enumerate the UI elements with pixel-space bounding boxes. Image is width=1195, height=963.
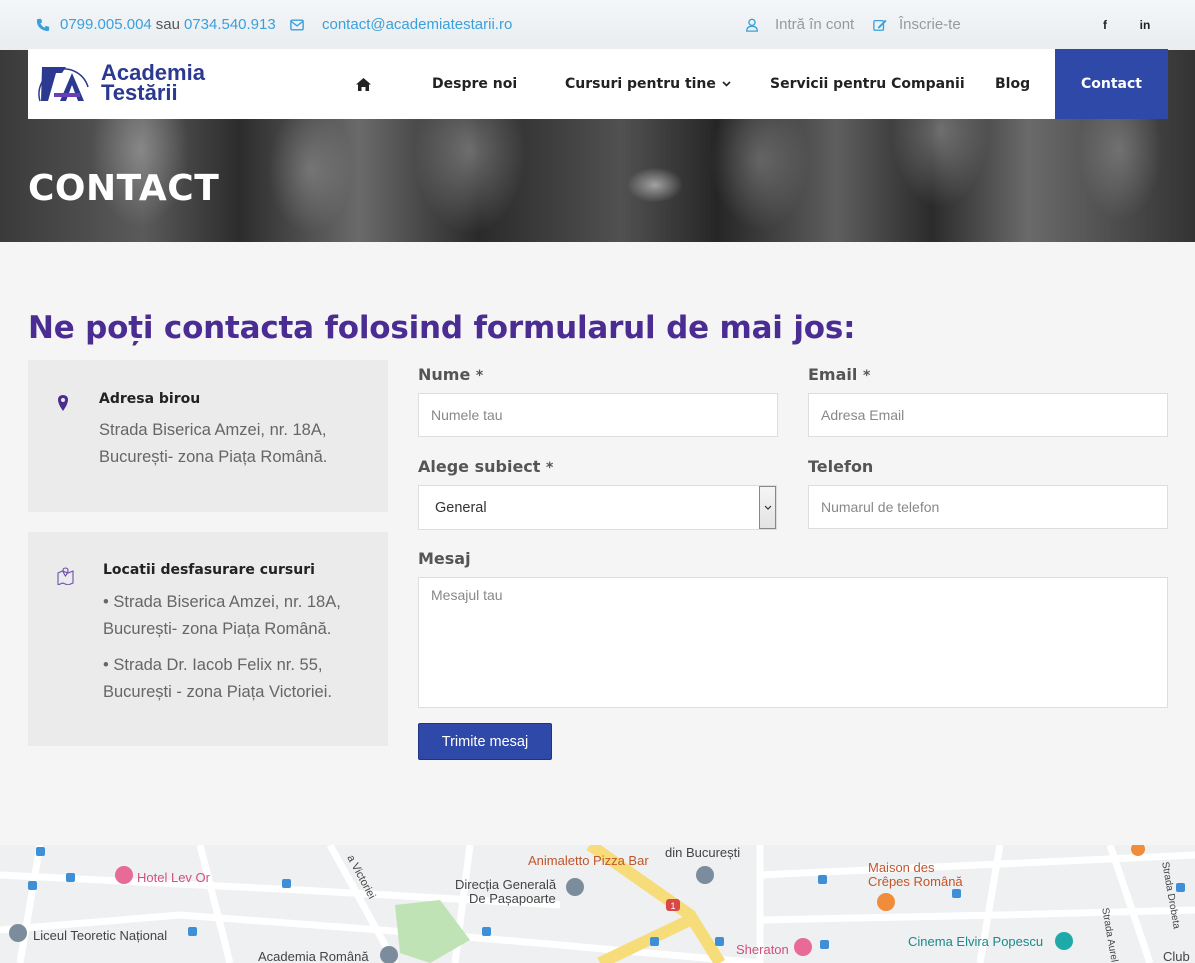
location-2: • Strada Dr. Iacob Felix nr. 55, Bucureș…: [103, 652, 332, 706]
login-label: Intră în cont: [775, 16, 855, 33]
logo-mark-icon: [38, 67, 89, 102]
main-navbar: Academia Testării Despre noi Cursuri pen…: [28, 49, 1168, 119]
map-label: Club: [1163, 949, 1190, 963]
linkedin-icon[interactable]: in: [1132, 12, 1158, 38]
location-1: • Strada Biserica Amzei, nr. 18A, Bucure…: [103, 589, 341, 643]
map-label: Hotel Lev Or: [137, 870, 210, 885]
required-mark: *: [546, 460, 554, 476]
location-map[interactable]: 1 Hotel Lev Or Animaletto Pizza Bar din …: [0, 845, 1195, 963]
nav-home[interactable]: [355, 49, 372, 119]
register-label: Înscrie-te: [899, 16, 961, 33]
office-address: Strada Biserica Amzei, nr. 18A, Bucureșt…: [99, 417, 327, 471]
map-label: Direcția Generală: [455, 877, 557, 892]
phone-separator: sau: [155, 16, 180, 33]
home-icon: [356, 77, 371, 91]
subject-label: Alege subiect *: [418, 457, 553, 476]
message-label: Mesaj: [418, 549, 471, 568]
phone-label: Telefon: [808, 457, 874, 476]
required-mark: *: [862, 368, 871, 384]
page-title: CONTACT: [28, 168, 220, 209]
route-badge: 1: [670, 901, 675, 911]
office-title: Adresa birou: [99, 391, 201, 407]
login-link[interactable]: Intră în cont: [745, 16, 854, 33]
course-locations-card: Locatii desfasurare cursuri • Strada Bis…: [28, 532, 388, 746]
map-label: Sheraton: [736, 942, 789, 957]
office-address-card: Adresa birou Strada Biserica Amzei, nr. …: [28, 360, 388, 512]
section-heading: Ne poți contacta folosind formularul de …: [28, 310, 856, 346]
subject-select[interactable]: General: [418, 485, 777, 530]
email-label-text: Email: [808, 365, 858, 384]
map-marker-icon: [58, 395, 68, 411]
edit-icon: [873, 19, 887, 31]
nav-contact[interactable]: Contact: [1055, 49, 1168, 119]
select-arrow[interactable]: [759, 486, 776, 529]
location-2-line-1: • Strada Dr. Iacob Felix nr. 55,: [103, 656, 323, 674]
map-label: De Pașapoarte: [469, 891, 556, 906]
location-2-line-2: București - zona Piața Victoriei.: [103, 683, 332, 701]
nav-courses-label: Cursuri pentru tine: [565, 76, 716, 92]
nav-about[interactable]: Despre noi: [432, 49, 517, 119]
email-contact: contact@academiatestarii.ro: [290, 16, 512, 33]
chevron-down-icon: [722, 81, 731, 87]
top-bar: 0799.005.004 sau 0734.540.913 contact@ac…: [0, 0, 1195, 50]
subject-select-value: General: [435, 499, 487, 516]
name-label-text: Nume: [418, 365, 471, 384]
name-label: Nume *: [418, 365, 483, 384]
required-mark: *: [475, 368, 484, 384]
email-link[interactable]: contact@academiatestarii.ro: [322, 16, 512, 33]
map-label: Academia Română: [258, 949, 369, 963]
logo-text: Academia Testării: [101, 62, 205, 105]
phone-link-1[interactable]: 0799.005.004: [60, 16, 152, 33]
map-label: Maison des: [868, 860, 935, 875]
location-1-line-2: București- zona Piața Română.: [103, 620, 332, 638]
submit-button[interactable]: Trimite mesaj: [418, 723, 552, 760]
office-address-line-2: București- zona Piața Română.: [99, 448, 328, 466]
phone-icon: [36, 18, 50, 31]
logo[interactable]: Academia Testării: [36, 55, 206, 113]
email-label: Email *: [808, 365, 870, 384]
register-link[interactable]: Înscrie-te: [873, 16, 961, 33]
nav-companies[interactable]: Servicii pentru Companii: [770, 49, 965, 119]
map-label: Crêpes Română: [868, 874, 963, 889]
office-address-line-1: Strada Biserica Amzei, nr. 18A,: [99, 421, 327, 439]
phone-link-2[interactable]: 0734.540.913: [184, 16, 276, 33]
nav-courses[interactable]: Cursuri pentru tine: [565, 49, 731, 119]
logo-line-2: Testării: [101, 80, 178, 105]
user-icon: [746, 18, 758, 32]
map-location-icon: [57, 567, 74, 585]
map-label: Cinema Elvira Popescu: [908, 934, 1044, 949]
locations-title: Locatii desfasurare cursuri: [103, 562, 315, 578]
message-field[interactable]: Mesajul tau: [418, 577, 1168, 708]
location-1-line-1: • Strada Biserica Amzei, nr. 18A,: [103, 593, 341, 611]
chevron-down-icon: [764, 505, 771, 510]
phone-contact: 0799.005.004 sau 0734.540.913: [36, 16, 276, 33]
map-label: Liceul Teoretic Național: [33, 928, 168, 943]
phone-field[interactable]: Numarul de telefon: [808, 485, 1168, 529]
nav-blog[interactable]: Blog: [995, 49, 1030, 119]
envelope-icon: [290, 18, 304, 31]
name-field[interactable]: Numele tau: [418, 393, 778, 437]
map-label: Animaletto Pizza Bar: [528, 853, 649, 868]
subject-label-text: Alege subiect: [418, 457, 541, 476]
map-label: din București: [665, 845, 741, 860]
email-field[interactable]: Adresa Email: [808, 393, 1168, 437]
facebook-icon[interactable]: f: [1092, 12, 1118, 38]
